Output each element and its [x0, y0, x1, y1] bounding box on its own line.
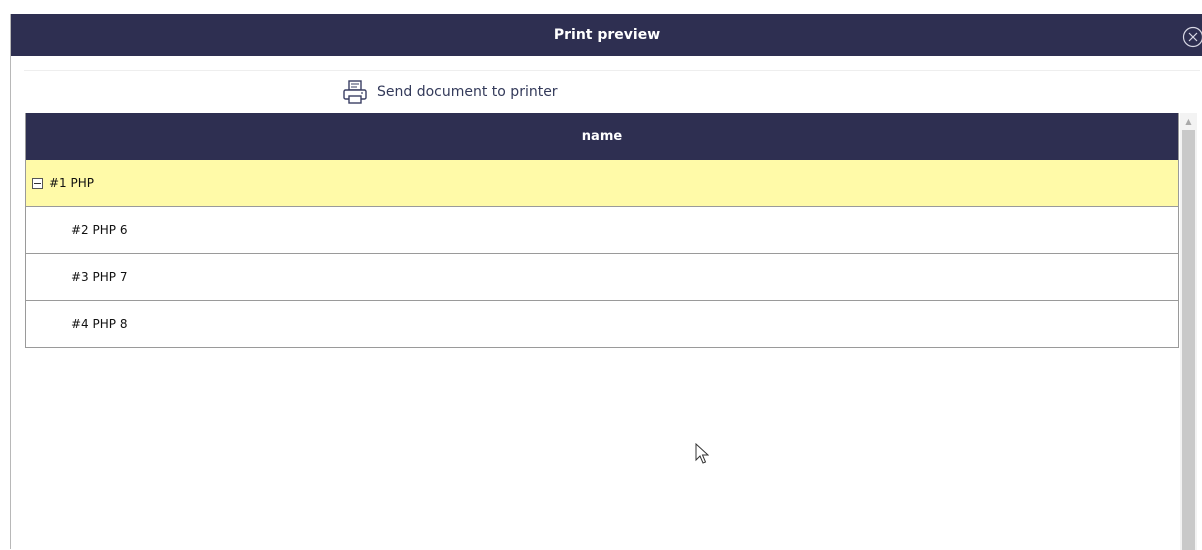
scrollbar-thumb[interactable]	[1182, 130, 1195, 550]
send-to-printer-label: Send document to printer	[377, 84, 558, 100]
mouse-cursor-icon	[695, 443, 709, 465]
tree-row-child[interactable]: #3 PHP 7	[26, 254, 1178, 301]
preview-content: Send document to printer name #1 PHP #2 …	[24, 70, 1200, 550]
row-label: #4 PHP 8	[26, 317, 127, 331]
scroll-up-arrow-icon[interactable]: ▲	[1180, 113, 1197, 130]
dialog-titlebar: Print preview	[11, 14, 1202, 56]
tree-row-parent[interactable]: #1 PHP	[26, 160, 1178, 207]
print-preview-dialog: Print preview	[10, 14, 1202, 549]
collapse-icon[interactable]	[32, 178, 43, 189]
data-grid: name #1 PHP #2 PHP 6 #3 PHP 7 #4 PHP 8	[25, 113, 1179, 550]
tree-row-child[interactable]: #4 PHP 8	[26, 301, 1178, 348]
dialog-title: Print preview	[554, 27, 660, 43]
close-icon[interactable]	[1182, 23, 1202, 45]
row-label: #2 PHP 6	[26, 223, 127, 237]
row-label: #3 PHP 7	[26, 270, 127, 284]
send-to-printer-button[interactable]: Send document to printer	[341, 79, 558, 105]
vertical-scrollbar[interactable]: ▲	[1180, 113, 1197, 550]
tree-row-child[interactable]: #2 PHP 6	[26, 207, 1178, 254]
column-header-name[interactable]: name	[25, 113, 1179, 160]
printer-icon	[341, 78, 369, 106]
grid-body: #1 PHP #2 PHP 6 #3 PHP 7 #4 PHP 8	[25, 160, 1179, 348]
preview-toolbar: Send document to printer	[24, 71, 1200, 113]
row-label: #1 PHP	[49, 176, 94, 190]
